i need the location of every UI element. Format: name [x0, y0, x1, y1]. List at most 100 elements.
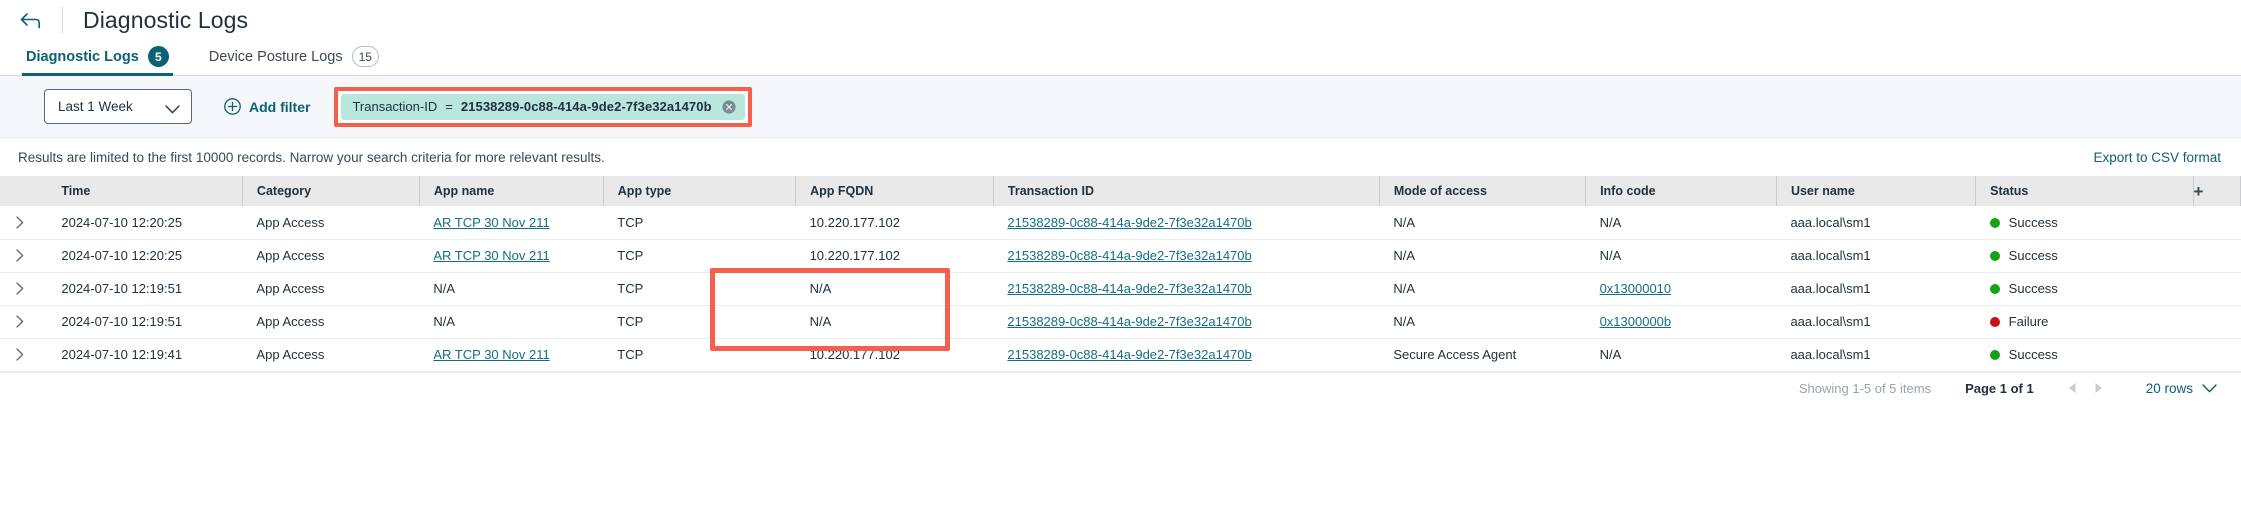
cell-transaction-id-link[interactable]: 21538289-0c88-414a-9de2-7f3e32a1470b — [1007, 314, 1251, 329]
plus-circle-icon — [224, 98, 241, 115]
chevron-down-icon — [2202, 381, 2217, 396]
showing-range-label: Showing 1-5 of 5 items — [1798, 380, 1932, 396]
back-arrow-icon[interactable] — [14, 6, 48, 34]
time-range-select[interactable]: Last 1 Week — [44, 89, 192, 124]
tab-count-badge: 5 — [147, 46, 169, 67]
status-label: Failure — [2008, 314, 2049, 329]
cell-spacer — [2193, 305, 2241, 339]
top-bar: Diagnostic Logs — [0, 0, 2241, 40]
cell-transaction-id[interactable]: 21538289-0c88-414a-9de2-7f3e32a1470b — [993, 206, 1380, 240]
diagnostic-logs-page: Diagnostic Logs Diagnostic Logs 5 Device… — [0, 0, 2241, 517]
export-to-csv-link[interactable]: Export to CSV format — [2093, 150, 2221, 165]
rows-per-page-select[interactable]: 20 rows — [2146, 381, 2217, 396]
clear-circle-icon[interactable] — [722, 99, 736, 114]
row-expand-button[interactable] — [0, 206, 48, 240]
chevron-down-icon — [165, 102, 180, 114]
cell-app-name-link[interactable]: AR TCP 30 Nov 211 — [433, 248, 549, 263]
chevron-right-icon — [16, 315, 24, 328]
cell-mode-of-access: N/A — [1379, 206, 1586, 240]
status-dot-icon — [1989, 251, 2000, 261]
cell-app-type: TCP — [603, 272, 796, 306]
status-dot-icon — [1989, 217, 2000, 228]
cell-app-fqdn: N/A — [795, 272, 994, 306]
cell-user-name: aaa.local\sm1 — [1776, 206, 1976, 240]
transaction-id-filter-chip[interactable]: Transaction-ID = 21538289-0c88-414a-9de2… — [341, 93, 745, 120]
cell-transaction-id-link[interactable]: 21538289-0c88-414a-9de2-7f3e32a1470b — [1007, 248, 1251, 263]
cell-transaction-id-link[interactable]: 21538289-0c88-414a-9de2-7f3e32a1470b — [1007, 347, 1251, 362]
cell-info-code[interactable]: 0x13000010 — [1585, 272, 1777, 306]
status-label: Success — [2008, 281, 2058, 296]
cell-info-code-link[interactable]: 0x13000010 — [1600, 281, 1672, 296]
prev-page-icon[interactable] — [2060, 378, 2086, 398]
status-dot-icon — [1989, 284, 2000, 294]
cell-mode-of-access: N/A — [1379, 305, 1586, 339]
column-header-time[interactable]: Time — [47, 176, 243, 206]
cell-status: Success — [1975, 206, 2194, 240]
add-filter-button[interactable]: Add filter — [224, 98, 310, 115]
column-header-app-fqdn[interactable]: App FQDN — [795, 176, 994, 206]
cell-app-name[interactable]: AR TCP 30 Nov 211 — [419, 338, 604, 372]
cell-app-name-link[interactable]: AR TCP 30 Nov 211 — [433, 347, 549, 362]
filter-chip-key: Transaction-ID — [352, 99, 438, 114]
column-header-status[interactable]: Status — [1975, 176, 2194, 206]
cell-transaction-id[interactable]: 21538289-0c88-414a-9de2-7f3e32a1470b — [993, 305, 1380, 339]
cell-transaction-id-link[interactable]: 21538289-0c88-414a-9de2-7f3e32a1470b — [1007, 215, 1251, 230]
column-header-user-name[interactable]: User name — [1776, 176, 1977, 206]
column-header-transaction-id[interactable]: Transaction ID — [993, 176, 1380, 206]
filter-bar: Last 1 Week Add filter Transaction-ID = … — [0, 76, 2241, 138]
status-dot-icon — [1989, 350, 2000, 360]
cell-info-code: N/A — [1585, 239, 1777, 273]
cell-info-code: N/A — [1585, 206, 1777, 240]
rows-per-page-value: 20 rows — [2145, 380, 2193, 396]
row-expand-button[interactable] — [0, 239, 48, 273]
column-header-mode-of-access[interactable]: Mode of access — [1379, 176, 1587, 206]
cell-spacer — [2193, 272, 2241, 306]
cell-app-name: N/A — [419, 272, 604, 306]
row-expand-button[interactable] — [0, 272, 48, 306]
table-body: 2024-07-10 12:20:25 App Access AR TCP 30 N… — [0, 206, 2241, 372]
cell-time: 2024-07-10 12:19:41 — [47, 338, 243, 372]
cell-transaction-id-link[interactable]: 21538289-0c88-414a-9de2-7f3e32a1470b — [1007, 281, 1251, 296]
cell-app-name-link[interactable]: AR TCP 30 Nov 211 — [433, 215, 549, 230]
cell-transaction-id[interactable]: 21538289-0c88-414a-9de2-7f3e32a1470b — [993, 272, 1380, 306]
row-expand-button[interactable] — [0, 305, 48, 339]
notice-bar: Results are limited to the first 10000 r… — [0, 138, 2241, 176]
cell-app-fqdn: 10.220.177.102 — [795, 206, 994, 240]
cell-time: 2024-07-10 12:19:51 — [47, 272, 243, 306]
column-header-category[interactable]: Category — [242, 176, 420, 206]
table-row[interactable]: 2024-07-10 12:20:25 App Access AR TCP 30 N… — [0, 206, 2241, 240]
column-header-app-name[interactable]: App name — [419, 176, 604, 206]
cell-app-fqdn: 10.220.177.102 — [795, 338, 994, 372]
table-row[interactable]: 2024-07-10 12:20:25 App Access AR TCP 30 N… — [0, 239, 2241, 273]
tab-bar: Diagnostic Logs 5 Device Posture Logs 15 — [0, 40, 2241, 76]
cell-category: App Access — [242, 239, 420, 273]
row-expand-button[interactable] — [0, 338, 48, 372]
cell-app-name[interactable]: AR TCP 30 Nov 211 — [419, 239, 604, 273]
column-header-info-code[interactable]: Info code — [1585, 176, 1777, 206]
column-header-app-type[interactable]: App type — [603, 176, 797, 206]
table-row[interactable]: 2024-07-10 12:19:41 App Access AR TCP 30 N… — [0, 338, 2241, 372]
transaction-id-filter-highlight: Transaction-ID = 21538289-0c88-414a-9de2… — [334, 86, 752, 127]
status-dot-icon — [1989, 317, 2000, 327]
cell-transaction-id[interactable]: 21538289-0c88-414a-9de2-7f3e32a1470b — [993, 338, 1380, 372]
cell-status: Success — [1975, 338, 2194, 372]
table-row[interactable]: 2024-07-10 12:19:51 App Access N/A TCP N/A 21… — [0, 305, 2241, 339]
cell-app-type: TCP — [603, 305, 796, 339]
cell-app-fqdn: N/A — [795, 305, 994, 339]
tab-diagnostic-logs[interactable]: Diagnostic Logs 5 — [22, 46, 173, 76]
table-row[interactable]: 2024-07-10 12:19:51 App Access N/A TCP N/A 21… — [0, 272, 2241, 306]
tab-count-badge: 15 — [351, 46, 379, 67]
add-column-button[interactable]: + — [2193, 176, 2241, 206]
page-title: Diagnostic Logs — [83, 6, 249, 33]
cell-app-name[interactable]: AR TCP 30 Nov 211 — [419, 206, 604, 240]
cell-info-code-link[interactable]: 0x1300000b — [1600, 314, 1672, 329]
cell-transaction-id[interactable]: 21538289-0c88-414a-9de2-7f3e32a1470b — [993, 239, 1380, 273]
chevron-right-icon — [16, 282, 24, 295]
cell-status: Failure — [1975, 305, 2194, 339]
cell-app-name: N/A — [419, 305, 604, 339]
next-page-icon[interactable] — [2086, 378, 2112, 398]
cell-info-code[interactable]: 0x1300000b — [1585, 305, 1777, 339]
cell-status: Success — [1975, 239, 2194, 273]
tab-device-posture-logs[interactable]: Device Posture Logs 15 — [205, 46, 383, 76]
add-filter-label: Add filter — [249, 98, 311, 115]
